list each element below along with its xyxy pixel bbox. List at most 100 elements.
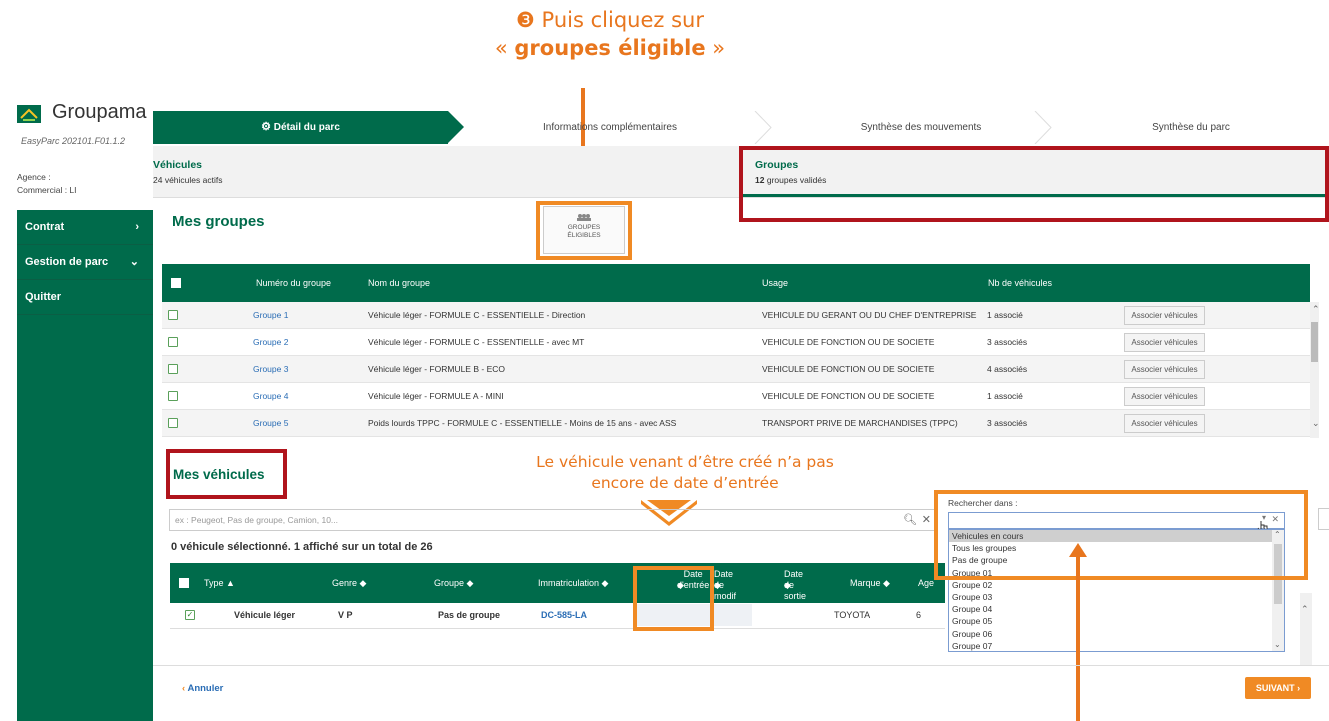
group-number-link[interactable]: Groupe 5	[253, 410, 288, 437]
selection-count: 0 véhicule sélectionné. 1 affiché sur un…	[171, 541, 433, 553]
option-groupe[interactable]: Groupe 05	[949, 615, 1284, 627]
gear-icon: ⚙	[261, 121, 271, 133]
associate-vehicles-button[interactable]: Associer véhicules	[1124, 387, 1205, 406]
row-checkbox[interactable]	[168, 391, 178, 401]
highlight-date-entree	[633, 566, 714, 631]
col-age[interactable]: Age	[918, 578, 934, 589]
option-groupe[interactable]: Groupe 03	[949, 591, 1284, 603]
step-label: Informations complémentaires	[543, 122, 677, 133]
select-all-checkbox[interactable]	[171, 278, 181, 288]
next-label: SUIVANT	[1255, 683, 1295, 693]
note-line1: Le véhicule venant d’être créé n’a pas	[536, 453, 834, 471]
sidebar-item-contrat[interactable]: Contrat ›	[17, 210, 153, 245]
associate-vehicles-button[interactable]: Associer véhicules	[1124, 360, 1205, 379]
option-groupe[interactable]: Groupe 06	[949, 628, 1284, 640]
sort-icon: ◆	[714, 580, 721, 590]
groups-table-body: Groupe 1 Véhicule léger - FORMULE C - ES…	[162, 302, 1310, 437]
row-checkbox[interactable]	[168, 364, 178, 374]
step-label: Synthèse du parc	[1152, 122, 1230, 133]
group-count: 1 associé	[987, 391, 1023, 401]
search-icon[interactable]: 🔍︎	[903, 510, 917, 530]
col-name: Nom du groupe	[368, 278, 431, 288]
groups-table-header: Numéro du groupe Nom du groupe Usage Nb …	[162, 264, 1310, 302]
col-genre[interactable]: Genre ◆	[332, 578, 366, 589]
step-synthese-mouvements[interactable]: Synthèse des mouvements	[773, 111, 1069, 144]
step-separator	[754, 111, 772, 144]
table-row[interactable]: Groupe 1 Véhicule léger - FORMULE C - ES…	[162, 302, 1310, 329]
chevron-right-icon: ›	[135, 221, 139, 233]
vehicle-age: 6	[916, 610, 922, 620]
tab-vehicules[interactable]: Véhicules 24 véhicules actifs	[153, 159, 222, 185]
sidebar-item-gestion-parc[interactable]: Gestion de parc ⌄	[17, 245, 153, 280]
group-usage: TRANSPORT PRIVE DE MARCHANDISES (TPPC)	[762, 418, 958, 428]
step-synthese-parc[interactable]: Synthèse du parc	[1053, 111, 1329, 144]
sidebar-item-label: Contrat	[25, 221, 65, 233]
sidebar-item-label: Gestion de parc	[25, 256, 109, 268]
col-immat[interactable]: Immatriculation ◆	[538, 578, 608, 589]
close-icon[interactable]: ✕	[922, 510, 931, 530]
cancel-button[interactable]: ‹ Annuler	[182, 683, 223, 694]
vehicle-type: Véhicule léger	[234, 610, 296, 620]
scroll-down-icon[interactable]: ⌄	[1274, 640, 1281, 649]
group-name: Poids lourds TPPC - FORMULE C - ESSENTIE…	[368, 418, 677, 428]
agence-label: Agence :	[17, 172, 51, 182]
col-count: Nb de véhicules	[988, 278, 1053, 288]
option-groupe[interactable]: Groupe 02	[949, 579, 1284, 591]
group-count: 1 associé	[987, 310, 1023, 320]
logo: Groupama EasyParc 202101.F01.1.2	[17, 101, 157, 153]
associate-vehicles-button[interactable]: Associer véhicules	[1124, 414, 1205, 433]
col-type[interactable]: Type ▲	[204, 578, 235, 589]
scroll-up-icon[interactable]: ⌃	[1301, 604, 1309, 615]
quote-close: »	[712, 36, 726, 60]
table-row[interactable]: Groupe 3 Véhicule léger - FORMULE B - EC…	[162, 356, 1310, 383]
row-checkbox[interactable]	[168, 310, 178, 320]
select-all-vehicles-checkbox[interactable]	[179, 578, 189, 588]
vehicle-immat-link[interactable]: DC-585-LA	[541, 603, 587, 627]
scrollbar-thumb[interactable]	[1311, 322, 1318, 362]
vehicle-genre: V P	[338, 610, 353, 620]
option-groupe[interactable]: Groupe 07	[949, 640, 1284, 651]
table-row[interactable]: Groupe 4 Véhicule léger - FORMULE A - MI…	[162, 383, 1310, 410]
col-marque[interactable]: Marque ◆	[850, 578, 890, 589]
step-chevron	[448, 111, 464, 143]
scroll-down-icon[interactable]: ⌄	[1312, 418, 1320, 429]
highlight-eligible-button	[536, 201, 632, 260]
side-control[interactable]	[1318, 508, 1329, 530]
group-number-link[interactable]: Groupe 1	[253, 302, 288, 329]
group-name: Véhicule léger - FORMULE C - ESSENTIELLE…	[368, 310, 586, 320]
vehicle-checkbox[interactable]: ✓	[185, 610, 195, 620]
step-detail-parc[interactable]: ⚙ Détail du parc	[153, 111, 448, 144]
group-usage: VEHICULE DE FONCTION OU DE SOCIETE	[762, 364, 935, 374]
group-usage: VEHICULE DE FONCTION OU DE SOCIETE	[762, 337, 935, 347]
scroll-up-icon[interactable]: ⌃	[1312, 304, 1320, 315]
step-infos[interactable]: Informations complémentaires	[465, 111, 755, 144]
associate-vehicles-button[interactable]: Associer véhicules	[1124, 306, 1205, 325]
sidebar-item-quitter[interactable]: Quitter	[17, 280, 153, 315]
table-row[interactable]: Groupe 2 Véhicule léger - FORMULE C - ES…	[162, 329, 1310, 356]
search-placeholder: ex : Peugeot, Pas de groupe, Camion, 10.…	[175, 515, 339, 525]
option-groupe[interactable]: Groupe 04	[949, 603, 1284, 615]
associate-vehicles-button[interactable]: Associer véhicules	[1124, 333, 1205, 352]
group-number-link[interactable]: Groupe 3	[253, 356, 288, 383]
vehicle-row[interactable]: ✓ Véhicule léger V P Pas de groupe DC-58…	[170, 603, 945, 629]
groups-title: Mes groupes	[172, 213, 265, 230]
group-usage: VEHICULE DE FONCTION OU DE SOCIETE	[762, 391, 935, 401]
step-marker: ❸	[516, 8, 535, 32]
group-name: Véhicule léger - FORMULE B - ECO	[368, 364, 505, 374]
annotation-bold: groupes éligible	[514, 36, 706, 60]
vehicle-search-input[interactable]: ex : Peugeot, Pas de groupe, Camion, 10.…	[169, 509, 936, 531]
row-checkbox[interactable]	[168, 337, 178, 347]
highlight-groupes-tab	[739, 146, 1329, 222]
table-row[interactable]: Groupe 5 Poids lourds TPPC - FORMULE C -…	[162, 410, 1310, 437]
group-number-link[interactable]: Groupe 4	[253, 383, 288, 410]
next-button[interactable]: SUIVANT ›	[1245, 677, 1311, 699]
col-groupe[interactable]: Groupe ◆	[434, 578, 473, 589]
brand-name: Groupama	[52, 101, 147, 123]
sidebar: Contrat › Gestion de parc ⌄ Quitter	[17, 210, 153, 721]
wizard-steps: ⚙ Détail du parc Informations complément…	[153, 111, 1329, 144]
row-checkbox[interactable]	[168, 418, 178, 428]
agent-info: Agence : Commercial : LI	[17, 171, 77, 197]
vehicles-table-header: Type ▲ Genre ◆ Groupe ◆ Immatriculation …	[170, 563, 945, 603]
group-number-link[interactable]: Groupe 2	[253, 329, 288, 356]
annotation-arrow-head	[1069, 543, 1087, 557]
